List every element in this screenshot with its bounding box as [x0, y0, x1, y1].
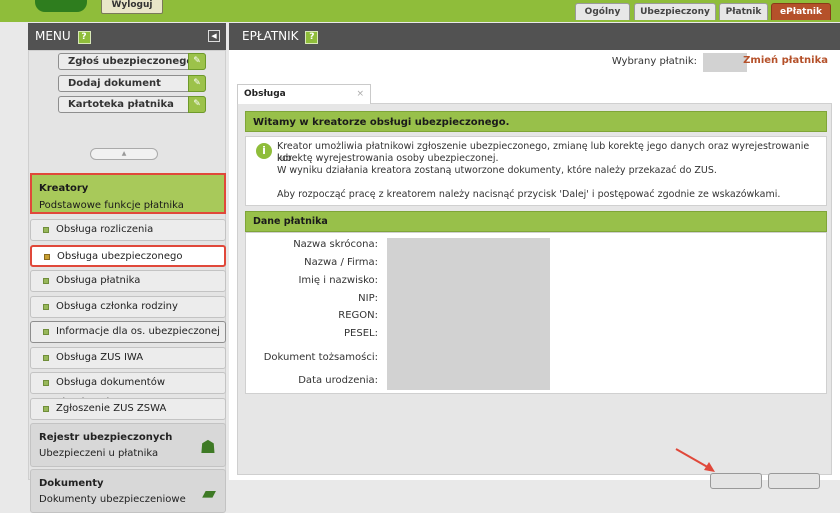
bullet-icon: [43, 278, 49, 284]
tab-obsluga-ubezpieczonego[interactable]: Obsługa ubezpieczonego ×: [237, 84, 371, 118]
section-subtitle: Dokumenty ubezpieczeniowe: [39, 494, 186, 505]
menu-item-label: Obsługa członka rodziny: [56, 301, 178, 312]
quick-button-label: Zgłoś ubezpieczonego: [68, 56, 194, 67]
menu-title: MENU: [35, 29, 71, 43]
menu-item-label: Obsługa ZUS IWA: [56, 352, 144, 363]
menu-item-label: Obsługa ubezpieczonego: [57, 251, 183, 262]
main-panel: EPŁATNIK ? Wybrany płatnik: Zmień płatni…: [229, 23, 840, 480]
people-icon: ☗: [199, 437, 216, 458]
menu-item-obsluga-rozliczenia[interactable]: Obsługa rozliczenia: [30, 219, 226, 241]
bullet-icon: [43, 406, 49, 412]
menu-item-informacje-dla-os-ubezpieczonej[interactable]: Informacje dla os. ubezpieczonej: [30, 321, 226, 343]
menu-body: Zgłoś ubezpieczonego ✎ Dodaj dokument ✎ …: [28, 50, 226, 513]
quick-button-label: Dodaj dokument: [68, 78, 161, 89]
payer-bar: Wybrany płatnik: Zmień płatnika: [229, 53, 840, 72]
wizard-content: Witamy w kreatorze obsługi ubezpieczoneg…: [237, 104, 832, 475]
scroll-up-button[interactable]: ▲: [90, 148, 158, 160]
info-line: korektę wyrejestrowania osoby ubezpieczo…: [277, 153, 499, 164]
tab-platnik[interactable]: Płatnik: [719, 3, 768, 20]
bullet-icon: [43, 380, 49, 386]
change-payer-link[interactable]: Zmień płatnika: [743, 55, 828, 66]
menu-header: MENU ? ◀: [28, 23, 226, 50]
tab-eplatnik[interactable]: ePłatnik: [771, 3, 831, 20]
menu-item-obsluga-ubezpieczonego[interactable]: Obsługa ubezpieczonego: [30, 245, 226, 267]
field-label-nip: NIP:: [358, 293, 378, 304]
menu-item-label: Obsługa rozliczenia: [56, 224, 154, 235]
section-title: Rejestr ubezpieczonych: [39, 432, 173, 443]
section-subtitle: Ubezpieczeni u płatnika: [39, 448, 159, 459]
field-label-regon: REGON:: [338, 310, 378, 321]
menu-item-obsluga-zus-iwa[interactable]: Obsługa ZUS IWA: [30, 347, 226, 369]
wand-icon: ✎: [188, 53, 206, 70]
menu-item-obsluga-platnika[interactable]: Obsługa płatnika: [30, 270, 226, 292]
menu-item-label: Informacje dla os. ubezpieczonej: [56, 326, 220, 337]
section-title: Kreatory: [39, 183, 89, 194]
tab-bar: Obsługa ubezpieczonego ×: [237, 84, 832, 118]
bullet-icon: [43, 355, 49, 361]
quick-button-kartoteka-platnika[interactable]: Kartoteka płatnika ✎: [58, 96, 206, 113]
dane-platnika-box: Nazwa skrócona: Nazwa / Firma: Imię i na…: [245, 232, 827, 394]
info-line: Aby rozpocząć pracę z kreatorem należy n…: [277, 189, 781, 200]
menu-item-label: Obsługa płatnika: [56, 275, 141, 286]
menu-item-label: Zgłoszenie ZUS ZSWA: [56, 403, 167, 414]
tab-ubezpieczony[interactable]: Ubezpieczony: [634, 3, 716, 20]
info-line: W wyniku działania kreatora zostaną utwo…: [277, 165, 717, 176]
payer-data-values: [387, 238, 550, 390]
close-icon[interactable]: ×: [356, 85, 364, 104]
payer-value: [703, 53, 747, 72]
main-header: EPŁATNIK ?: [229, 23, 840, 50]
folder-icon: ▰: [202, 483, 216, 504]
cancel-button[interactable]: [768, 473, 820, 489]
next-button[interactable]: [710, 473, 762, 489]
wand-icon: ✎: [188, 96, 206, 113]
collapse-icon[interactable]: ◀: [208, 30, 220, 42]
section-subtitle: Podstawowe funkcje płatnika: [39, 200, 184, 211]
wand-icon: ✎: [188, 75, 206, 92]
help-icon[interactable]: ?: [77, 31, 91, 44]
bullet-icon: [44, 254, 50, 260]
tab-ogolny[interactable]: Ogólny: [575, 3, 630, 20]
info-box: i Kreator umożliwia płatnikowi zgłoszeni…: [245, 136, 827, 206]
menu-section-kreatory[interactable]: Kreatory Podstawowe funkcje płatnika: [30, 173, 226, 214]
info-icon: i: [256, 143, 272, 159]
quick-button-dodaj-dokument[interactable]: Dodaj dokument ✎: [58, 75, 206, 92]
bullet-icon: [43, 227, 49, 233]
field-label-nazwa-skrocona: Nazwa skrócona:: [293, 239, 378, 250]
field-label-imie-nazwisko: Imię i nazwisko:: [298, 275, 378, 286]
top-bar: Wyloguj Ogólny Ubezpieczony Płatnik ePła…: [0, 0, 840, 22]
menu-section-dokumenty[interactable]: Dokumenty Dokumenty ubezpieczeniowe ▰: [30, 469, 226, 513]
menu-item-obsluga-czlonka-rodziny[interactable]: Obsługa członka rodziny: [30, 296, 226, 318]
menu-section-rejestr-ubezpieczonych[interactable]: Rejestr ubezpieczonych Ubezpieczeni u pł…: [30, 423, 226, 467]
menu-item-zgloszenie-zus-zswa[interactable]: Zgłoszenie ZUS ZSWA: [30, 398, 226, 420]
dane-platnika-header: Dane płatnika: [245, 211, 827, 232]
help-icon[interactable]: ?: [305, 31, 319, 44]
menu-panel: MENU ? ◀ Zgłoś ubezpieczonego ✎ Dodaj do…: [28, 23, 226, 513]
welcome-header: Witamy w kreatorze obsługi ubezpieczoneg…: [245, 111, 827, 132]
field-label-dokument-tozsamosci: Dokument tożsamości:: [263, 352, 378, 363]
logout-button[interactable]: Wyloguj: [101, 0, 163, 14]
zus-logo: [35, 0, 87, 12]
bullet-icon: [43, 329, 49, 335]
bullet-icon: [43, 304, 49, 310]
field-label-data-urodzenia: Data urodzenia:: [298, 375, 378, 386]
page-title: EPŁATNIK: [242, 29, 299, 43]
quick-button-zglos-ubezpieczonego[interactable]: Zgłoś ubezpieczonego ✎: [58, 53, 206, 70]
quick-button-label: Kartoteka płatnika: [68, 99, 174, 110]
menu-item-obsluga-dokumentow-platniczych[interactable]: Obsługa dokumentów płatniczych: [30, 372, 226, 408]
field-label-nazwa-firma: Nazwa / Firma:: [304, 257, 378, 268]
field-label-pesel: PESEL:: [344, 328, 378, 339]
payer-label: Wybrany płatnik:: [611, 56, 697, 67]
